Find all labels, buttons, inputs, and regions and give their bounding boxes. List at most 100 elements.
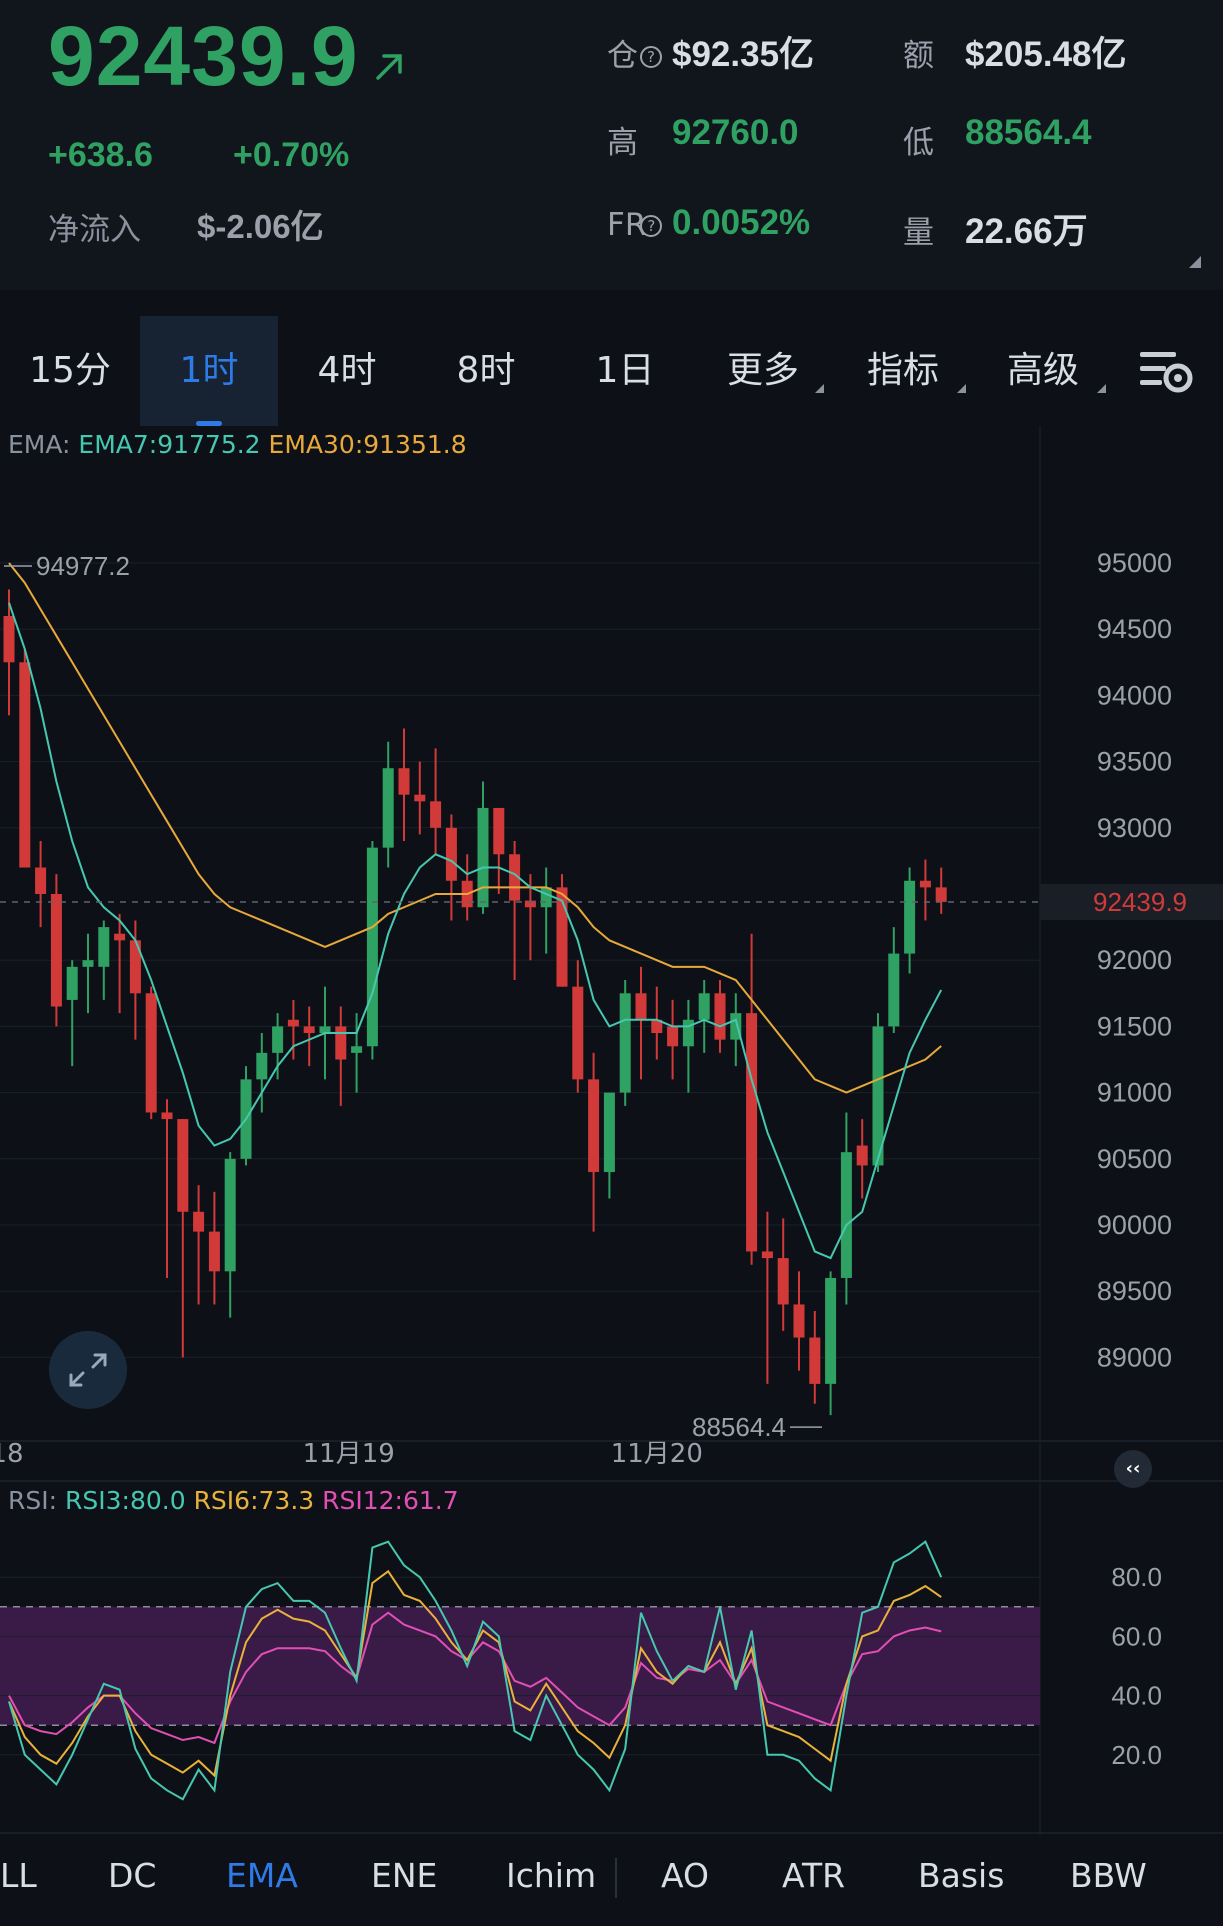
candle-up bbox=[382, 768, 394, 848]
price-tick-label: 95000 bbox=[1097, 548, 1172, 578]
candle-up bbox=[66, 966, 78, 1000]
candle-down bbox=[572, 986, 584, 1080]
indicator-ichimoku[interactable]: Ichim bbox=[506, 1836, 596, 1926]
candle-up bbox=[825, 1277, 837, 1384]
candle-down bbox=[193, 1211, 205, 1232]
scroll-to-latest-button[interactable]: ‹‹ bbox=[1114, 1450, 1152, 1488]
tab-1d[interactable]: 1日 bbox=[556, 316, 694, 426]
candle-down bbox=[667, 1026, 679, 1047]
candle-down bbox=[287, 1019, 299, 1027]
price-chart[interactable]: 95000 94500 94000 93500 93000 92000 91500 91000… bbox=[0, 426, 1223, 1836]
price-tick-label: 94000 bbox=[1097, 680, 1172, 710]
price-tick-label: 93500 bbox=[1097, 747, 1172, 777]
price-tick-label: 91500 bbox=[1097, 1011, 1172, 1041]
tab-1h[interactable]: 1时 bbox=[140, 316, 278, 426]
candle-down bbox=[809, 1337, 821, 1384]
high-value: 92760.0 bbox=[672, 113, 799, 152]
candle-up bbox=[477, 807, 489, 908]
indicator-bar: LL DC EMA ENE Ichim AO ATR Basis BBW bbox=[0, 1836, 1223, 1926]
low-label: 低 bbox=[903, 125, 934, 161]
candle-down bbox=[635, 993, 647, 1020]
ema7-line bbox=[8, 602, 943, 1260]
indicator-ema[interactable]: EMA bbox=[226, 1836, 298, 1926]
ema-legend-prefix: EMA: bbox=[8, 430, 71, 459]
rsi-tick-label: 60.0 bbox=[1111, 1621, 1162, 1651]
candle-down bbox=[161, 1112, 173, 1120]
rsi-tick-label: 40.0 bbox=[1111, 1681, 1162, 1711]
candle-down bbox=[208, 1231, 220, 1272]
indicator-bbw[interactable]: BBW bbox=[1070, 1836, 1147, 1926]
candle-down bbox=[919, 880, 931, 888]
open-interest-label[interactable]: 仓? bbox=[607, 30, 662, 75]
price-tick-label: 91000 bbox=[1097, 1078, 1172, 1108]
candle-down bbox=[145, 993, 157, 1113]
volume-value: 22.66万 bbox=[965, 212, 1088, 251]
min-price-label: 88564.4 bbox=[692, 1412, 786, 1442]
candle-up bbox=[698, 993, 710, 1020]
price-tick-label: 90000 bbox=[1097, 1210, 1172, 1240]
funding-rate-label[interactable]: FR? bbox=[607, 207, 663, 243]
chart-settings-icon[interactable] bbox=[1138, 346, 1194, 396]
open-interest-label-text: 仓 bbox=[607, 38, 638, 74]
tab-15m[interactable]: 15分 bbox=[0, 316, 140, 426]
indicator-ll[interactable]: LL bbox=[0, 1836, 37, 1926]
indicator-ene[interactable]: ENE bbox=[371, 1836, 437, 1926]
candle-up bbox=[540, 887, 552, 908]
candle-down bbox=[303, 1026, 315, 1034]
max-price-label: 94977.2 bbox=[36, 551, 130, 581]
timeframe-tabs: 15分 1时 4时 8时 1日 更多 指标 高级 bbox=[0, 316, 1223, 426]
expand-corner-icon[interactable] bbox=[1189, 256, 1201, 268]
candle-up bbox=[256, 1052, 268, 1080]
rsi-legend: RSI: RSI3:80.0 RSI6:73.3 RSI12:61.7 bbox=[8, 1486, 459, 1515]
candle-up bbox=[888, 953, 900, 1027]
price-change-pct: +0.70% bbox=[233, 136, 350, 174]
open-interest-value: $92.35亿 bbox=[672, 35, 815, 74]
caret-icon bbox=[957, 384, 966, 393]
candle-down bbox=[177, 1119, 189, 1212]
price-change-abs: +638.6 bbox=[48, 136, 153, 174]
indicator-ao[interactable]: AO bbox=[661, 1836, 709, 1926]
help-icon[interactable]: ? bbox=[640, 215, 663, 237]
indicator-basis[interactable]: Basis bbox=[918, 1836, 1004, 1926]
fullscreen-button[interactable] bbox=[49, 1331, 127, 1409]
indicator-dc[interactable]: DC bbox=[108, 1836, 156, 1926]
net-inflow-value: $-2.06亿 bbox=[197, 208, 324, 245]
candle-down bbox=[746, 1013, 758, 1252]
candle-down bbox=[793, 1304, 805, 1338]
price-tick-label: 92000 bbox=[1097, 945, 1172, 975]
candle-up bbox=[840, 1152, 852, 1278]
candle-up bbox=[98, 927, 110, 967]
tab-more[interactable]: 更多 bbox=[708, 316, 824, 426]
price-tick-label: 89500 bbox=[1097, 1276, 1172, 1306]
indicator-atr[interactable]: ATR bbox=[782, 1836, 845, 1926]
help-icon[interactable]: ? bbox=[640, 46, 662, 68]
candle-down bbox=[19, 662, 31, 868]
candle-down bbox=[493, 807, 505, 855]
candle-down bbox=[335, 1026, 347, 1060]
rsi3-legend: RSI3:80.0 bbox=[65, 1486, 186, 1515]
candle-up bbox=[619, 993, 631, 1093]
tab-advanced[interactable]: 高级 bbox=[988, 316, 1106, 426]
time-tick-label: 11月20 bbox=[611, 1439, 703, 1469]
turnover-label: 额 bbox=[903, 38, 934, 74]
tab-4h[interactable]: 4时 bbox=[278, 316, 416, 426]
high-label: 高 bbox=[607, 125, 638, 161]
candle-up bbox=[272, 1026, 284, 1053]
rsi12-legend: RSI12:61.7 bbox=[322, 1486, 459, 1515]
tab-indicators[interactable]: 指标 bbox=[848, 316, 966, 426]
candle-down bbox=[856, 1145, 868, 1166]
time-tick-label: 11月19 bbox=[303, 1439, 395, 1469]
candle-down bbox=[35, 867, 47, 894]
ema-legend: EMA: EMA7:91775.2 EMA30:91351.8 bbox=[8, 430, 467, 459]
candle-down bbox=[414, 794, 426, 802]
low-value: 88564.4 bbox=[965, 113, 1092, 152]
caret-icon bbox=[815, 384, 824, 393]
tab-8h[interactable]: 8时 bbox=[416, 316, 556, 426]
caret-icon bbox=[1097, 384, 1106, 393]
rsi-tick-label: 20.0 bbox=[1111, 1740, 1162, 1770]
candle-up bbox=[82, 960, 94, 967]
candle-down bbox=[588, 1079, 600, 1173]
rsi6-legend: RSI6:73.3 bbox=[193, 1486, 315, 1515]
double-chevron-left-icon: ‹‹ bbox=[1125, 1458, 1141, 1479]
candle-up bbox=[366, 847, 378, 1047]
